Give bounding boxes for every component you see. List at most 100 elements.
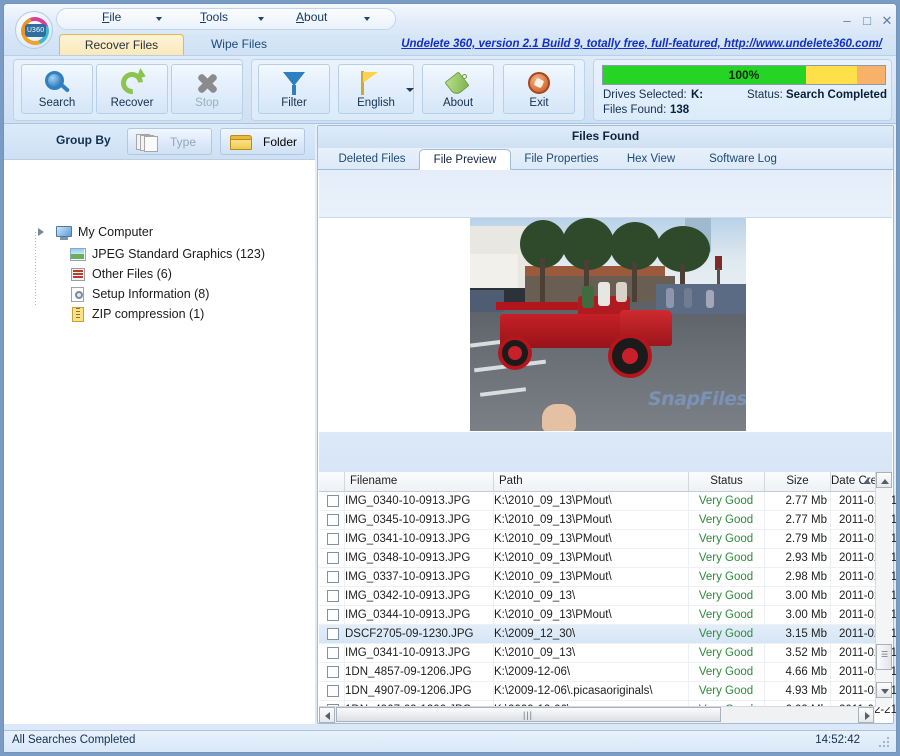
row-checkbox[interactable]	[327, 533, 339, 545]
funnel-icon	[280, 69, 308, 97]
row-checkbox[interactable]	[327, 685, 339, 697]
right-pane: Files Found Deleted Files File Preview F…	[317, 125, 896, 724]
generic-file-icon	[70, 267, 86, 282]
horizontal-scroll-thumb[interactable]: |||	[336, 707, 721, 722]
cell-path: K:\2010_09_13\	[494, 647, 576, 659]
language-button[interactable]: English	[338, 64, 414, 114]
vertical-scroll-thumb[interactable]: ☰	[876, 644, 892, 670]
row-checkbox[interactable]	[327, 514, 339, 526]
stop-button[interactable]: Stop	[171, 64, 243, 114]
file-list-vertical-scrollbar[interactable]: ☰	[875, 472, 892, 707]
row-checkbox[interactable]	[327, 628, 339, 640]
tab-recover-files[interactable]: Recover Files	[59, 34, 184, 55]
column-header-filename[interactable]: Filename	[345, 472, 494, 491]
about-button[interactable]: About	[422, 64, 494, 114]
table-row[interactable]: IMG_0341-10-0913.JPG K:\2010_09_13\ Very G…	[319, 644, 896, 663]
website-link[interactable]: Undelete 360, version 2.1 Build 9, total…	[401, 38, 882, 50]
menu-tools-chevron-down-icon[interactable]	[258, 17, 264, 21]
table-row[interactable]: 1DN_4907-09-1206.JPG K:\2009-12-06\.picas…	[319, 682, 896, 701]
maximize-button[interactable]: □	[857, 13, 877, 29]
menu-file[interactable]: FFileile	[102, 10, 121, 28]
column-header-date-created[interactable]: Date Cre	[831, 472, 875, 491]
table-row[interactable]: DSCF2705-09-1230.JPG K:\2009_12_30\ Very G…	[319, 625, 896, 644]
search-button[interactable]: Search	[21, 64, 93, 114]
close-button[interactable]: ✕	[877, 13, 896, 29]
row-checkbox[interactable]	[327, 552, 339, 564]
row-checkbox[interactable]	[327, 609, 339, 621]
filter-button[interactable]: Filter	[258, 64, 330, 114]
cell-size: 2.93 Mb	[785, 552, 827, 564]
exit-button[interactable]: Exit	[503, 64, 575, 114]
tab-file-preview[interactable]: File Preview	[419, 149, 511, 170]
column-header-size[interactable]: Size	[765, 472, 831, 491]
preview-watermark: SnapFiles	[648, 388, 746, 410]
column-header-path[interactable]: Path	[494, 472, 689, 491]
magnifier-icon	[43, 69, 71, 97]
drives-selected-label: Drives Selected:	[603, 89, 687, 101]
cell-filename: IMG_0348-10-0913.JPG	[345, 552, 471, 564]
table-row[interactable]: 1DN_4857-09-1206.JPG K:\2009-12-06\ Very G…	[319, 663, 896, 682]
group-by-folder-button[interactable]: Folder	[220, 128, 305, 155]
cell-filename: IMG_0345-10-0913.JPG	[345, 514, 471, 526]
file-list-header-row: Filename Path Status Size Date Cre	[319, 472, 875, 492]
cell-status: Very Good	[698, 685, 754, 697]
group-by-bar: Group By Type Folder	[4, 124, 315, 159]
language-chevron-down-icon[interactable]	[406, 88, 414, 92]
table-row[interactable]: IMG_0340-10-0913.JPG K:\2010_09_13\PMout\…	[319, 492, 896, 511]
stop-x-icon	[193, 69, 221, 97]
cell-size: 2.79 Mb	[785, 533, 827, 545]
tab-deleted-files[interactable]: Deleted Files	[326, 149, 418, 170]
group-by-type-button[interactable]: Type	[127, 128, 212, 155]
row-checkbox[interactable]	[327, 590, 339, 602]
scroll-left-button[interactable]	[319, 707, 335, 723]
cell-status: Very Good	[698, 514, 754, 526]
table-row[interactable]: IMG_0341-10-0913.JPG K:\2010_09_13\PMout\…	[319, 530, 896, 549]
resize-grip-icon[interactable]	[879, 737, 891, 749]
tab-hex-view[interactable]: Hex View	[611, 149, 691, 170]
cell-path: K:\2010_09_13\PMout\	[494, 514, 612, 526]
cell-size: 2.77 Mb	[785, 495, 827, 507]
scroll-up-button[interactable]	[876, 472, 892, 488]
table-row[interactable]: IMG_0342-10-0913.JPG K:\2010_09_13\ Very G…	[319, 587, 896, 606]
table-row[interactable]: IMG_0348-10-0913.JPG K:\2010_09_13\PMout\…	[319, 549, 896, 568]
progress-panel: 100% Drives Selected: K: Files Found: 13…	[593, 59, 892, 121]
row-checkbox[interactable]	[327, 495, 339, 507]
column-header-check[interactable]	[319, 472, 345, 491]
menu-tools[interactable]: Tools	[200, 10, 228, 28]
search-progress-bar: 100%	[602, 65, 886, 85]
tree-expander-icon[interactable]	[38, 228, 44, 236]
cell-path: K:\2010_09_13\PMout\	[494, 552, 612, 564]
menu-about-chevron-down-icon[interactable]	[364, 17, 370, 21]
file-group-tree[interactable]: My Computer JPEG Standard Graphics (123)…	[4, 159, 315, 724]
cell-size: 2.98 Mb	[785, 571, 827, 583]
scroll-right-button[interactable]	[858, 707, 874, 723]
cell-path: K:\2009_12_30\	[494, 628, 576, 640]
menu-about[interactable]: About	[296, 10, 327, 28]
tab-software-log[interactable]: Software Log	[693, 149, 793, 170]
menu-file-chevron-down-icon[interactable]	[156, 17, 162, 21]
recover-button[interactable]: Recover	[96, 64, 168, 114]
cell-size: 3.00 Mb	[785, 609, 827, 621]
table-row[interactable]: IMG_0345-10-0913.JPG K:\2010_09_13\PMout\…	[319, 511, 896, 530]
cell-size: 3.52 Mb	[785, 647, 827, 659]
flag-icon	[356, 69, 384, 97]
group-by-folder-label: Folder	[263, 135, 298, 149]
tab-wipe-files[interactable]: Wipe Files	[189, 34, 289, 55]
file-list-horizontal-scrollbar[interactable]: |||	[319, 706, 875, 723]
row-checkbox[interactable]	[327, 666, 339, 678]
row-checkbox[interactable]	[327, 571, 339, 583]
status-label: Status:	[747, 89, 783, 101]
column-header-status[interactable]: Status	[689, 472, 765, 491]
table-row[interactable]: IMG_0344-10-0913.JPG K:\2010_09_13\PMout\…	[319, 606, 896, 625]
cell-filename: IMG_0342-10-0913.JPG	[345, 590, 471, 602]
table-row[interactable]: IMG_0337-10-0913.JPG K:\2010_09_13\PMout\…	[319, 568, 896, 587]
cell-status: Very Good	[698, 590, 754, 602]
minimize-button[interactable]: –	[837, 13, 857, 29]
tab-file-properties[interactable]: File Properties	[514, 149, 609, 170]
cell-filename: IMG_0340-10-0913.JPG	[345, 495, 471, 507]
preview-photo[interactable]: SnapFiles	[470, 218, 746, 431]
row-checkbox[interactable]	[327, 647, 339, 659]
zip-file-icon	[70, 307, 86, 322]
folder-icon	[229, 134, 255, 152]
scroll-down-button[interactable]	[876, 682, 892, 698]
